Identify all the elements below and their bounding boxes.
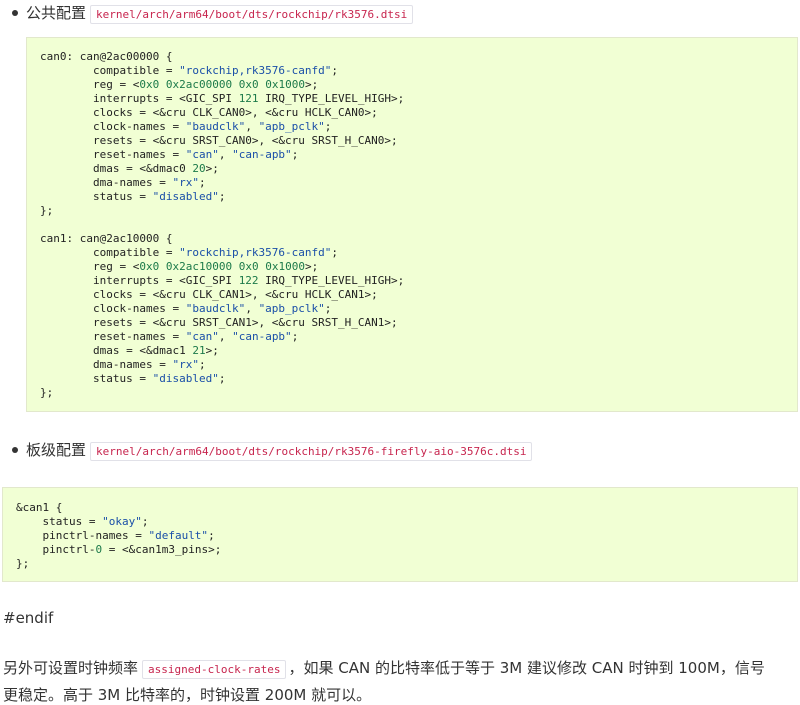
code-line: clock-names = "baudclk", "apb_pclk"; [40, 302, 332, 315]
code-line: clock-names = "baudclk", "apb_pclk"; [40, 120, 332, 133]
inline-code: assigned-clock-rates [142, 660, 287, 679]
section-label: 板级配置 [26, 441, 87, 459]
code-line: }; [16, 557, 30, 570]
bullet-icon [12, 446, 18, 453]
code-line: reset-names = "can", "can-apb"; [40, 148, 299, 161]
code-line: }; [40, 204, 54, 217]
code-line: &can1 { [16, 501, 63, 514]
code-line: can0: can@2ac00000 { [40, 50, 173, 63]
paragraph-text: ，如果 CAN 的比特率低于等于 3M 建议修改 CAN 时钟到 100M，信号 [288, 659, 765, 677]
code-line: can1: can@2ac10000 { [40, 232, 173, 245]
code-line: clocks = <&cru CLK_CAN1>, <&cru HCLK_CAN… [40, 288, 378, 301]
file-path-code: kernel/arch/arm64/boot/dts/rockchip/rk35… [90, 5, 414, 24]
code-line: status = "disabled"; [40, 372, 226, 385]
list-item-board-config: 板级配置 kernel/arch/arm64/boot/dts/rockchip/… [12, 439, 533, 463]
code-line: resets = <&cru SRST_CAN0>, <&cru SRST_H_… [40, 134, 398, 147]
code-line: pinctrl-0 = <&can1m3_pins>; [16, 543, 222, 556]
code-line: reset-names = "can", "can-apb"; [40, 330, 299, 343]
code-line: resets = <&cru SRST_CAN1>, <&cru SRST_H_… [40, 316, 398, 329]
code-line: dma-names = "rx"; [40, 176, 206, 189]
file-path-code: kernel/arch/arm64/boot/dts/rockchip/rk35… [90, 442, 533, 461]
code-line: status = "disabled"; [40, 190, 226, 203]
code-line: dmas = <&dmac1 21>; [40, 344, 219, 357]
paragraph-text: 另外可设置时钟频率 [3, 659, 139, 677]
code-line: interrupts = <GIC_SPI 121 IRQ_TYPE_LEVEL… [40, 92, 405, 105]
code-line: status = "okay"; [16, 515, 149, 528]
code-line: reg = <0x0 0x2ac00000 0x0 0x1000>; [40, 78, 319, 91]
bullet-icon [12, 9, 18, 16]
code-line: compatible = "rockchip,rk3576-canfd"; [40, 64, 339, 77]
code-line: interrupts = <GIC_SPI 122 IRQ_TYPE_LEVEL… [40, 274, 405, 287]
list-item-public-config: 公共配置 kernel/arch/arm64/boot/dts/rockchip/… [12, 2, 414, 26]
endif-text: #endif [3, 609, 54, 627]
code-line: dmas = <&dmac0 20>; [40, 162, 219, 175]
paragraph-line-2: 更稳定。高于 3M 比特率的，时钟设置 200M 就可以。 [3, 686, 372, 704]
code-line: compatible = "rockchip,rk3576-canfd"; [40, 246, 339, 259]
code-block-public-config: can0: can@2ac00000 { compatible = "rockc… [26, 37, 798, 412]
code-content: &can1 { status = "okay"; pinctrl-names =… [16, 501, 797, 571]
section-label: 公共配置 [26, 4, 87, 22]
code-line: }; [40, 386, 54, 399]
code-line: reg = <0x0 0x2ac10000 0x0 0x1000>; [40, 260, 319, 273]
code-block-board-config: &can1 { status = "okay"; pinctrl-names =… [2, 487, 798, 582]
code-line: dma-names = "rx"; [40, 358, 206, 371]
code-line: clocks = <&cru CLK_CAN0>, <&cru HCLK_CAN… [40, 106, 378, 119]
code-content: can0: can@2ac00000 { compatible = "rockc… [40, 50, 797, 400]
paragraph-line-1: 另外可设置时钟频率 assigned-clock-rates ，如果 CAN 的比特… [3, 657, 765, 679]
code-line: pinctrl-names = "default"; [16, 529, 215, 542]
